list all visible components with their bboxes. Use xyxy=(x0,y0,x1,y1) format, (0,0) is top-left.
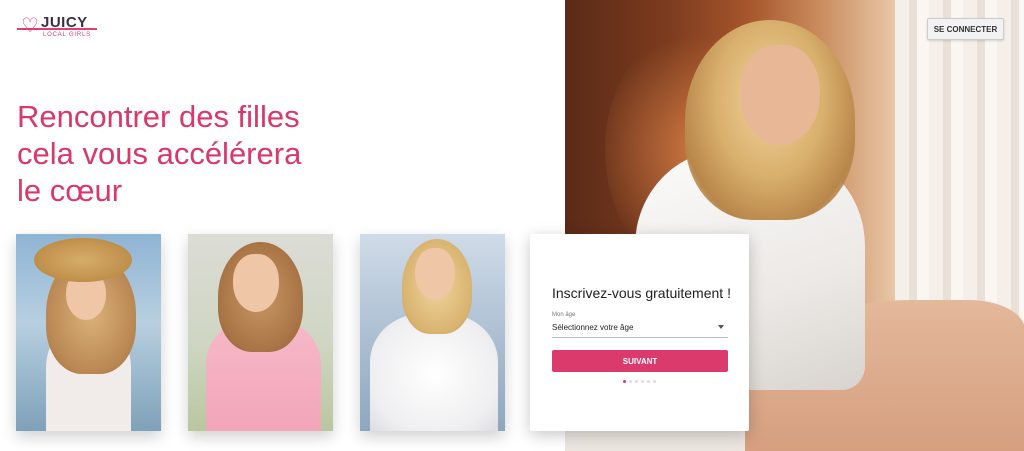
juicy-logo[interactable]: ♡ JUICY LOCAL GIRLS xyxy=(17,14,97,42)
age-select[interactable]: Sélectionnez votre âge xyxy=(552,320,728,338)
profile-photo-3 xyxy=(360,234,505,431)
hat-icon xyxy=(34,238,132,282)
hero-headline: Rencontrer des filles cela vous accélére… xyxy=(17,98,347,209)
step-dot xyxy=(647,380,650,383)
heart-icon: ♡ xyxy=(21,15,39,37)
next-button[interactable]: SUIVANT xyxy=(552,350,728,372)
step-dot xyxy=(623,380,626,383)
step-dot xyxy=(653,380,656,383)
age-select-value: Sélectionnez votre âge xyxy=(552,323,634,332)
step-indicator xyxy=(623,380,656,383)
headline-line-1: Rencontrer des filles xyxy=(17,99,300,134)
profile-photo-2 xyxy=(188,234,333,431)
step-dot xyxy=(641,380,644,383)
profile-photo-1 xyxy=(16,234,161,431)
step-dot xyxy=(635,380,638,383)
step-dot xyxy=(629,380,632,383)
landing-page: ♡ JUICY LOCAL GIRLS SE CONNECTER Rencont… xyxy=(0,0,1024,451)
headline-line-3: le cœur xyxy=(17,173,123,208)
chevron-down-icon xyxy=(718,325,724,329)
logo-tagline: LOCAL GIRLS xyxy=(43,32,91,38)
logo-name: JUICY xyxy=(41,14,88,31)
age-label: Mon âge xyxy=(552,312,576,318)
signup-title: Inscrivez-vous gratuitement ! xyxy=(552,285,731,301)
headline-line-2: cela vous accélérera xyxy=(17,136,302,171)
login-button[interactable]: SE CONNECTER xyxy=(927,18,1004,40)
signup-panel: Inscrivez-vous gratuitement ! Mon âge Sé… xyxy=(530,234,749,431)
